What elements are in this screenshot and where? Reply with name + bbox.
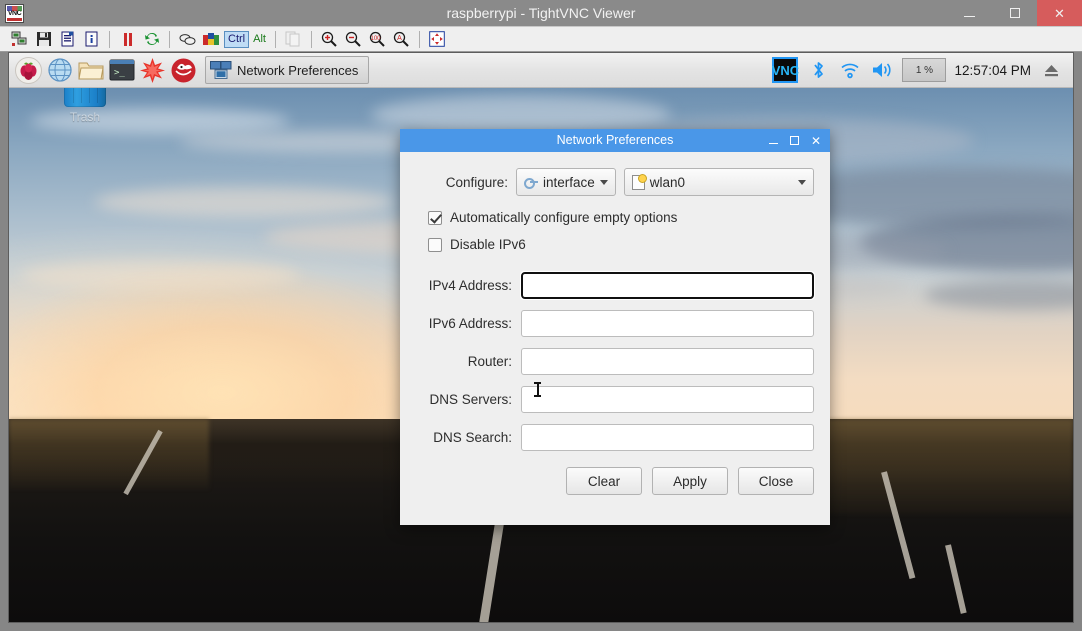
auto-configure-checkbox[interactable] [428,210,442,225]
svg-text:100: 100 [371,36,382,42]
refresh-icon[interactable] [140,28,163,50]
connection-options-icon[interactable] [56,28,79,50]
taskbar-button-network-preferences[interactable]: Network Preferences [205,56,370,84]
ipv4-address-input[interactable] [520,271,815,300]
taskbar-clock[interactable]: 12:57:04 PM [954,63,1031,78]
router-input[interactable] [521,348,814,375]
ipv4-address-row: IPv4 Address: [416,271,815,300]
terminal-icon[interactable]: >_ [106,55,137,86]
viewer-minimize-button[interactable] [947,0,992,26]
cpu-usage-meter[interactable]: 1 % [902,58,947,82]
mathematica-icon[interactable] [137,55,168,86]
dns-servers-label: DNS Servers: [429,392,512,407]
ipv6-address-row: IPv6 Address: [416,310,814,337]
configure-type-value: interface [543,174,595,190]
router-row: Router: [416,348,814,375]
save-connection-icon[interactable] [32,28,55,50]
dialog-buttons: Clear Apply Close [416,467,814,495]
disable-ipv6-checkbox-row[interactable]: Disable IPv6 [416,237,814,252]
left-verge [9,419,209,490]
clear-button[interactable]: Clear [566,467,642,495]
viewer-titlebar: VNC raspberrypi - TightVNC Viewer ✕ [0,0,1082,26]
dialog-footer [400,511,830,525]
lxde-taskbar: >_ Network Preferences VNC 1 % 12:57:04 … [9,53,1073,88]
svg-text:>_: >_ [114,68,125,78]
configure-label: Configure: [445,174,508,190]
chevron-down-icon [798,179,806,185]
dns-servers-row: DNS Servers: [416,386,814,413]
toolbar-divider [418,30,420,48]
ipv6-address-input[interactable] [521,310,814,337]
network-preferences-dialog: Network Preferences ✕ Configure: interfa… [400,129,830,525]
dns-search-input[interactable] [521,424,814,451]
viewer-title: raspberrypi - TightVNC Viewer [446,5,636,21]
alt-key-toggle[interactable]: Alt [250,32,269,47]
toolbar-divider [169,30,170,48]
zoom-out-icon[interactable] [342,28,365,50]
dialog-title: Network Preferences [556,133,674,147]
ipv6-address-label: IPv6 Address: [428,316,512,331]
new-connection-icon[interactable] [8,28,31,50]
viewer-close-button[interactable]: ✕ [1037,0,1082,26]
network-monitors-icon [210,60,232,79]
toolbar-divider [310,30,312,48]
connection-info-icon[interactable] [80,28,103,50]
pause-icon[interactable] [116,28,139,50]
disable-ipv6-label: Disable IPv6 [450,237,526,252]
apply-button[interactable]: Apply [652,467,728,495]
volume-icon[interactable] [870,57,894,83]
zoom-100-icon[interactable]: 100 [366,28,389,50]
chevron-down-icon [599,179,608,185]
file-manager-icon[interactable] [75,55,106,86]
disable-ipv6-checkbox[interactable] [428,237,442,252]
dialog-titlebar: Network Preferences ✕ [400,129,830,152]
document-icon [631,173,647,190]
fullscreen-icon[interactable] [426,28,449,50]
dns-servers-input[interactable] [521,386,814,413]
eject-icon[interactable] [1039,57,1063,83]
clipboard-transfer-icon [282,28,305,50]
tightvnc-viewer-window: VNC raspberrypi - TightVNC Viewer ✕ Ctrl… [0,0,1082,631]
zoom-in-icon[interactable] [318,28,341,50]
raspberry-menu-icon[interactable] [13,55,44,86]
dialog-close-button[interactable]: ✕ [811,135,821,147]
dialog-caption-buttons: ✕ [768,135,830,147]
auto-configure-checkbox-row[interactable]: Automatically configure empty options [416,210,814,225]
network-device-value: wlan0 [649,174,686,190]
dialog-maximize-button[interactable] [789,136,799,145]
toolbar-divider [109,30,110,48]
toolbar-divider [274,30,276,48]
send-ctrl-esc-icon[interactable] [200,28,223,50]
network-device-select[interactable]: wlan0 [623,168,814,196]
ctrl-key-toggle[interactable]: Ctrl [224,30,250,48]
close-button[interactable]: Close [738,467,814,495]
wolfram-icon[interactable] [168,55,199,86]
viewer-caption-buttons: ✕ [947,0,1082,26]
viewer-maximize-button[interactable] [992,0,1037,26]
remote-desktop-screen[interactable]: Trash >_ Network Preferences VNC 1 % 12:… [8,52,1074,623]
system-tray: VNC 1 % 12:57:04 PM [772,57,1069,83]
viewer-toolbar: Ctrl Alt 100 A [0,26,1082,52]
send-ctrl-alt-del-icon[interactable] [176,28,199,50]
svg-text:A: A [398,35,403,42]
key-icon [524,176,538,189]
auto-configure-label: Automatically configure empty options [450,210,678,225]
dialog-body: Configure: interface wlan0 Automatically… [400,152,830,511]
dialog-minimize-button[interactable] [768,137,778,145]
right-verge [813,419,1073,515]
dns-search-label: DNS Search: [433,430,512,445]
vnc-tray-icon[interactable]: VNC [772,57,799,83]
ipv4-address-label: IPv4 Address: [428,278,512,293]
dns-search-row: DNS Search: [416,424,814,451]
configure-row: Configure: interface wlan0 [416,168,814,196]
zoom-auto-icon[interactable]: A [390,28,413,50]
wifi-icon[interactable] [838,57,862,83]
router-label: Router: [467,354,512,369]
bluetooth-icon[interactable] [806,57,830,83]
vnc-logo-icon: VNC [5,3,24,23]
web-browser-icon[interactable] [44,55,75,86]
configure-type-select[interactable]: interface [516,168,616,196]
trash-label: Trash [69,110,101,124]
task-button-label: Network Preferences [237,62,359,78]
